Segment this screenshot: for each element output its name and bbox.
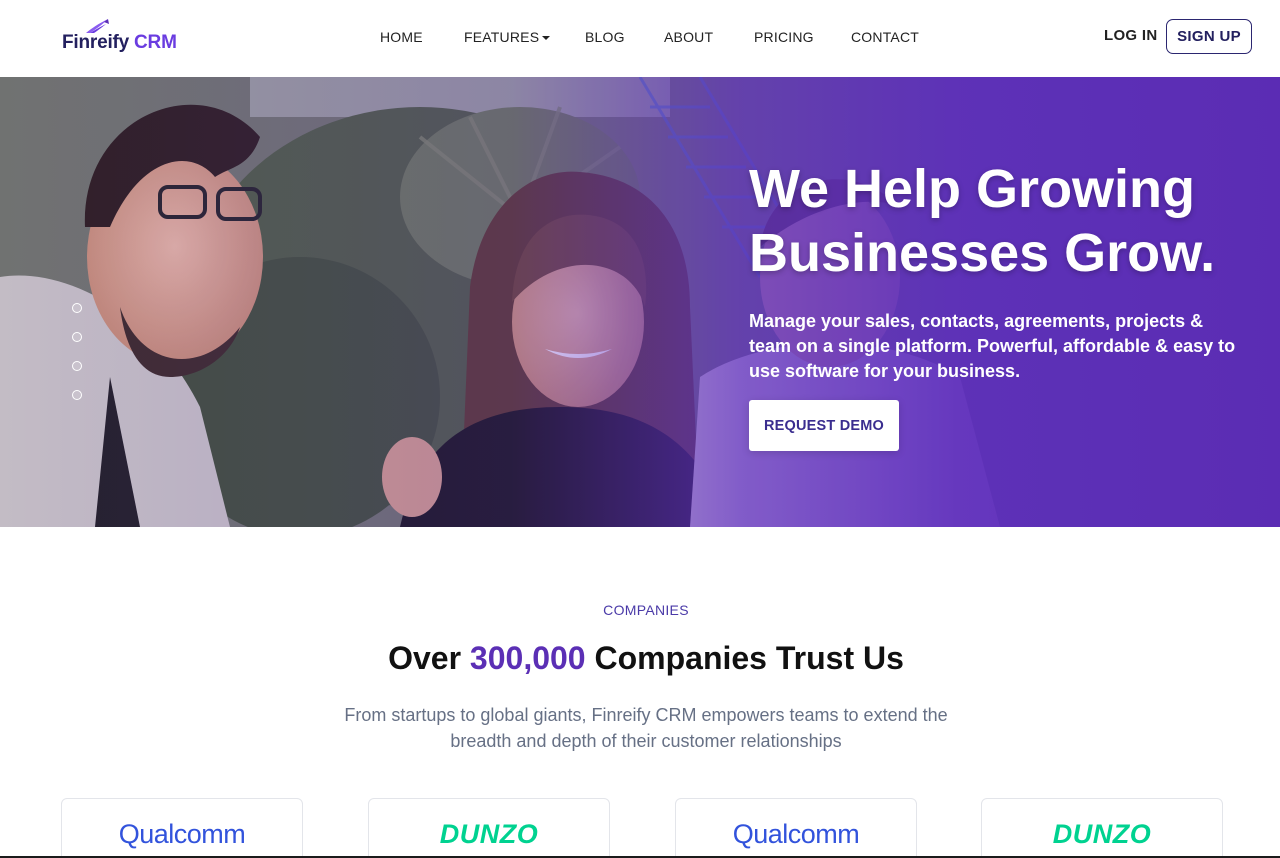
- companies-eyebrow: COMPANIES: [603, 602, 689, 618]
- login-link[interactable]: LOG IN: [1104, 27, 1157, 44]
- qualcomm-logo: Qualcomm: [732, 819, 860, 849]
- qualcomm-logo: Qualcomm: [118, 819, 246, 849]
- slider-dot[interactable]: [72, 361, 82, 371]
- slider-dot[interactable]: [72, 332, 82, 342]
- nav-about[interactable]: ABOUT: [664, 29, 713, 45]
- hero-subtitle: Manage your sales, contacts, agreements,…: [749, 311, 1236, 381]
- brand-name: Finreify CRM: [62, 32, 177, 53]
- brand-logo[interactable]: Finreify CRM: [62, 18, 177, 54]
- companies-description: From startups to global giants, Finreify…: [344, 705, 948, 751]
- hero-banner: We Help Growing Businesses Grow. Manage …: [0, 77, 1280, 527]
- company-logo-card: DUNZO: [368, 798, 610, 858]
- site-header: Finreify CRM HOME FEATURES BLOG ABOUT PRI…: [0, 0, 1280, 77]
- slider-dot[interactable]: [72, 390, 82, 400]
- request-demo-button[interactable]: REQUEST DEMO: [749, 400, 899, 451]
- hero-title-line2: Businesses Grow.: [749, 223, 1216, 283]
- nav-features[interactable]: FEATURES: [464, 29, 551, 45]
- hero-title-line1: We Help Growing: [749, 159, 1196, 219]
- company-logo-card: Qualcomm: [61, 798, 303, 858]
- dunzo-logo: DUNZO: [439, 819, 539, 849]
- company-logo-card: DUNZO: [981, 798, 1223, 858]
- nav-blog[interactable]: BLOG: [585, 29, 625, 45]
- brand-suffix: CRM: [134, 32, 177, 53]
- slider-dots: [72, 303, 82, 400]
- hero-title: We Help Growing Businesses Grow.: [749, 157, 1215, 285]
- slider-dot[interactable]: [72, 303, 82, 313]
- nav-pricing[interactable]: PRICING: [754, 29, 814, 45]
- logo-swoosh-icon: [86, 19, 109, 33]
- nav-features-label: FEATURES: [464, 29, 540, 45]
- caret-down-icon: [542, 35, 551, 40]
- nav-home[interactable]: HOME: [380, 29, 423, 45]
- companies-title: Over 300,000 Companies Trust Us: [388, 640, 904, 676]
- dunzo-logo: DUNZO: [1052, 819, 1152, 849]
- hero-background-image: [0, 77, 1280, 527]
- signup-button[interactable]: SIGN UP: [1166, 19, 1252, 54]
- company-logo-card: Qualcomm: [675, 798, 917, 858]
- companies-count: 300,000: [469, 640, 586, 676]
- nav-contact[interactable]: CONTACT: [851, 29, 919, 45]
